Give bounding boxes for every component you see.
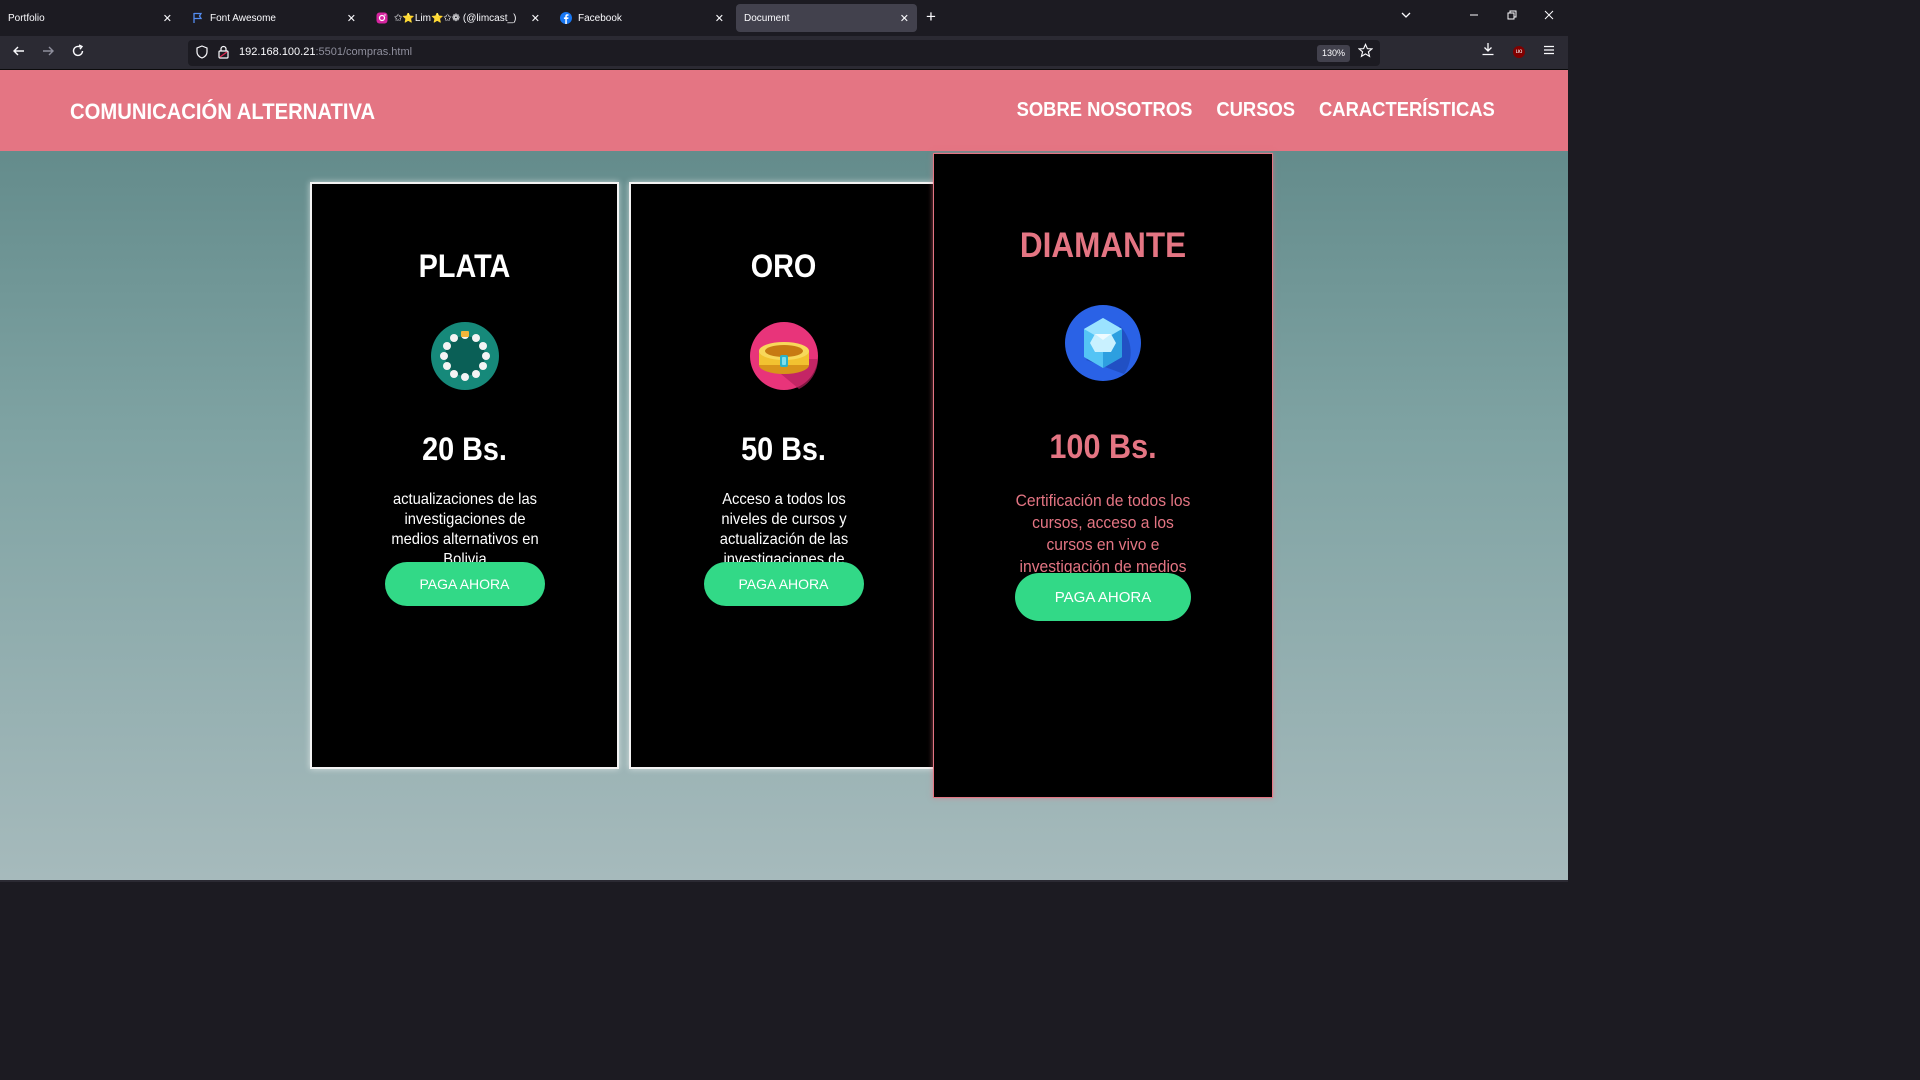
hamburger-menu-icon[interactable] xyxy=(1542,43,1556,60)
tab-document[interactable]: Document ✕ xyxy=(736,4,917,32)
pay-now-button[interactable]: PAGA AHORA xyxy=(1015,573,1191,621)
nav-link-sobre-nosotros[interactable]: SOBRE NOSOTROS xyxy=(1017,99,1193,122)
plan-card-oro: ORO 50 Bs. Acceso a todos los niveles de… xyxy=(629,182,938,769)
zoom-indicator[interactable]: 130% xyxy=(1317,45,1351,62)
close-icon[interactable]: ✕ xyxy=(900,12,909,25)
gold-ring-icon xyxy=(749,321,819,391)
address-bar[interactable]: 192.168.100.21:5501/compras.html 130% xyxy=(188,40,1380,66)
tab-title: Document xyxy=(744,12,790,24)
tab-title: Portfolio xyxy=(8,12,45,24)
plan-title: ORO xyxy=(750,248,817,284)
pay-now-button[interactable]: PAGA AHORA xyxy=(384,562,545,606)
minimize-icon[interactable] xyxy=(1468,9,1480,24)
nav-link-caracteristicas[interactable]: CARACTERÍSTICAS xyxy=(1319,99,1495,122)
site-brand[interactable]: COMUNICACIÓN ALTERNATIVA xyxy=(70,99,375,125)
new-tab-button[interactable]: + xyxy=(926,8,936,26)
diamond-icon xyxy=(1064,304,1142,382)
tab-font-awesome[interactable]: Font Awesome ✕ xyxy=(184,4,364,32)
lock-icon[interactable] xyxy=(218,45,229,62)
close-window-icon[interactable] xyxy=(1543,9,1555,24)
reload-icon[interactable] xyxy=(70,43,86,64)
site-header: COMUNICACIÓN ALTERNATIVA SOBRE NOSOTROS … xyxy=(0,70,1568,151)
download-icon[interactable] xyxy=(1481,42,1495,59)
close-icon[interactable]: ✕ xyxy=(531,12,540,25)
browser-toolbar: 192.168.100.21:5501/compras.html 130% uo xyxy=(0,36,1568,70)
close-icon[interactable]: ✕ xyxy=(163,12,172,25)
forward-icon[interactable] xyxy=(40,43,56,64)
url-text[interactable]: 192.168.100.21:5501/compras.html xyxy=(239,46,412,58)
page-viewport: COMUNICACIÓN ALTERNATIVA SOBRE NOSOTROS … xyxy=(0,70,1568,880)
facebook-icon xyxy=(560,12,572,24)
flag-icon xyxy=(192,12,204,24)
plan-price: 20 Bs. xyxy=(422,431,507,467)
ublock-origin-icon[interactable]: uo xyxy=(1513,46,1525,58)
nav-link-cursos[interactable]: CURSOS xyxy=(1217,99,1296,122)
plan-card-plata: PLATA 20 Bs. actualizaciones de las inve… xyxy=(310,182,619,769)
plan-card-diamante: DIAMANTE 100 Bs. Certificación de todos … xyxy=(933,153,1273,798)
plan-title: PLATA xyxy=(418,248,511,284)
instagram-icon xyxy=(376,12,388,24)
tab-title: Font Awesome xyxy=(210,12,276,24)
tab-instagram[interactable]: ✩⭐Lim⭐✩❁ (@limcast_) ✕ xyxy=(368,4,548,32)
url-host: 192.168.100.21 xyxy=(239,46,316,58)
plan-title: DIAMANTE xyxy=(1019,226,1187,265)
close-icon[interactable]: ✕ xyxy=(347,12,356,25)
restore-icon[interactable] xyxy=(1506,9,1518,24)
pearl-necklace-icon xyxy=(430,321,500,391)
browser-tab-bar: Portfolio ✕ Font Awesome ✕ ✩⭐Lim⭐✩❁ (@li… xyxy=(0,0,1568,36)
tab-portfolio[interactable]: Portfolio ✕ xyxy=(0,4,180,32)
main-nav: SOBRE NOSOTROS CURSOS CARACTERÍSTICAS xyxy=(1017,99,1495,122)
back-icon[interactable] xyxy=(11,43,27,64)
plan-price: 100 Bs. xyxy=(1049,428,1157,466)
list-all-tabs-icon[interactable] xyxy=(1400,9,1412,24)
star-icon[interactable] xyxy=(1357,43,1374,62)
tab-facebook[interactable]: Facebook ✕ xyxy=(552,4,732,32)
tab-title: Facebook xyxy=(578,12,622,24)
shield-icon[interactable] xyxy=(196,45,208,62)
pay-now-button[interactable]: PAGA AHORA xyxy=(703,562,864,606)
close-icon[interactable]: ✕ xyxy=(715,12,724,25)
url-path: :5501/compras.html xyxy=(315,46,413,58)
tab-title: ✩⭐Lim⭐✩❁ (@limcast_) xyxy=(394,12,517,24)
plan-description: actualizaciones de las investigaciones d… xyxy=(390,491,539,568)
window-bottom-border xyxy=(0,880,1568,882)
plan-price: 50 Bs. xyxy=(741,431,826,467)
